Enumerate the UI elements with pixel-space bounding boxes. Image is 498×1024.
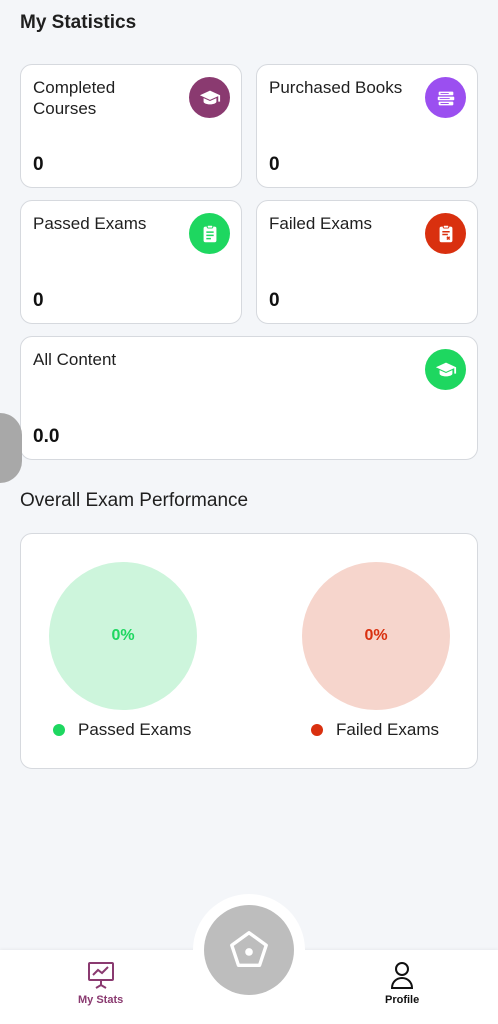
person-icon (391, 962, 414, 989)
graduation-cap-icon (425, 349, 466, 390)
stat-card-failed-exams[interactable]: Failed Exams 0 (256, 200, 478, 324)
legend-passed: Passed Exams (53, 720, 191, 740)
nav-profile[interactable]: Profile (385, 960, 419, 1006)
stat-label: Completed Courses (33, 78, 116, 118)
stat-label: All Content (33, 350, 117, 369)
stat-label: Passed Exams (33, 214, 147, 233)
failed-percent: 0% (364, 627, 388, 644)
home-pentagon-icon (230, 931, 268, 968)
legend-passed-label: Passed Exams (78, 720, 192, 739)
passed-exams-circle: 0% (49, 562, 197, 710)
page-title: My Statistics (20, 12, 137, 33)
legend-failed-label: Failed Exams (336, 720, 439, 739)
graduation-cap-icon (189, 77, 230, 118)
passed-dot-icon (53, 724, 65, 736)
stat-value: 0 (33, 154, 44, 175)
stat-card-purchased-books[interactable]: Purchased Books 0 (256, 64, 478, 188)
nav-my-stats[interactable]: My Stats (78, 960, 123, 1006)
floating-side-handle[interactable] (0, 413, 22, 483)
passed-percent: 0% (111, 627, 135, 644)
failed-exams-circle: 0% (302, 562, 450, 710)
stat-label: Failed Exams (269, 214, 372, 233)
failed-dot-icon (311, 724, 323, 736)
stat-value: 0 (269, 290, 280, 311)
nav-my-stats-label: My Stats (78, 994, 124, 1006)
home-button[interactable] (204, 905, 294, 995)
legend-failed: Failed Exams (311, 720, 439, 740)
books-icon (425, 77, 466, 118)
stat-value: 0 (269, 154, 280, 175)
performance-title: Overall Exam Performance (20, 490, 249, 511)
stat-card-completed-courses[interactable]: Completed Courses 0 (20, 64, 242, 188)
chart-board-icon (87, 962, 114, 989)
stat-card-all-content[interactable]: All Content 0.0 (20, 336, 478, 460)
performance-card: 0% 0% Passed Exams Failed Exams (20, 533, 478, 769)
stat-value: 0 (33, 290, 44, 311)
stat-card-passed-exams[interactable]: Passed Exams 0 (20, 200, 242, 324)
stat-label: Purchased Books (269, 78, 403, 97)
stat-value: 0.0 (33, 426, 60, 447)
clipboard-x-icon (425, 213, 466, 254)
nav-profile-label: Profile (385, 994, 420, 1006)
clipboard-check-icon (189, 213, 230, 254)
